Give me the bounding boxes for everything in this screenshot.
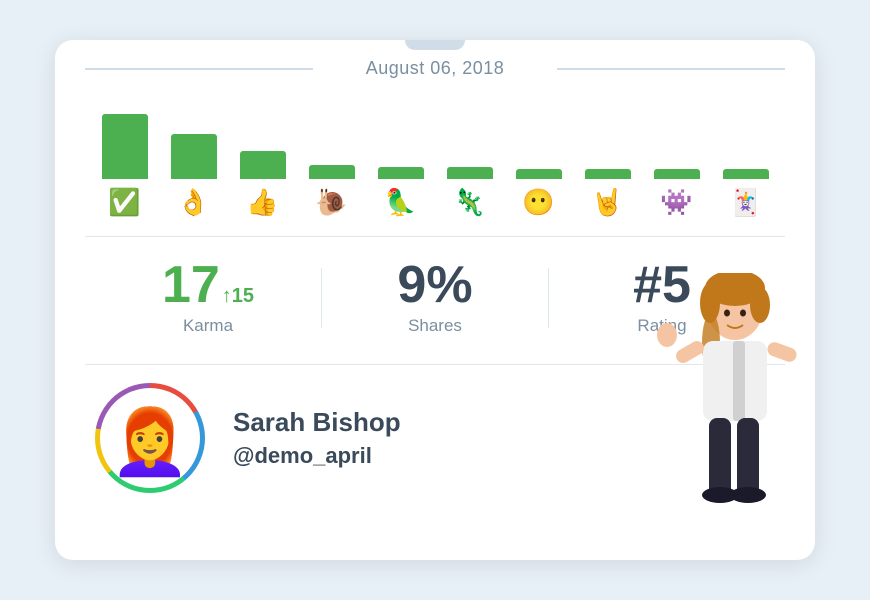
- emoji-col-4: 🦜: [371, 187, 430, 218]
- bar-col-1: [164, 134, 223, 179]
- bar-col-7: [578, 169, 637, 179]
- bar-6[interactable]: [516, 169, 562, 179]
- bar-col-2: [233, 151, 292, 179]
- avatar-emoji: 👩‍🦰: [110, 410, 190, 474]
- bar-5[interactable]: [447, 167, 493, 179]
- bar-3[interactable]: [309, 165, 355, 179]
- emoji-col-6: 😶: [509, 187, 568, 218]
- stat-karma: 17 ↑15 Karma: [95, 259, 321, 336]
- avatar-inner: 👩‍🦰: [100, 388, 200, 488]
- bar-8[interactable]: [654, 169, 700, 179]
- emoji-col-0: ✅: [95, 187, 154, 218]
- emoji-col-8: 👾: [647, 187, 706, 218]
- bar-0[interactable]: [102, 114, 148, 179]
- karma-label: Karma: [95, 316, 321, 336]
- emoji-col-5: 🦎: [440, 187, 499, 218]
- bar-col-6: [509, 169, 568, 179]
- bar-chart: [55, 89, 815, 179]
- bar-col-4: [371, 167, 430, 179]
- emoji-col-3: 🐌: [302, 187, 361, 218]
- bar-col-0: [95, 114, 154, 179]
- profile-handle: @demo_april: [233, 443, 401, 469]
- bar-col-9: [716, 169, 775, 179]
- person-svg: [615, 273, 815, 523]
- person-image: [615, 273, 815, 523]
- emoji-item-8[interactable]: 👾: [660, 187, 692, 218]
- bar-2[interactable]: [240, 151, 286, 179]
- bar-col-5: [440, 167, 499, 179]
- profile-name: Sarah Bishop: [233, 407, 401, 438]
- bar-1[interactable]: [171, 134, 217, 179]
- bar-col-3: [302, 165, 361, 179]
- profile-row: 👩‍🦰 Sarah Bishop @demo_april: [55, 365, 815, 493]
- emoji-item-9[interactable]: 🃏: [729, 187, 761, 218]
- profile-info: Sarah Bishop @demo_april: [205, 407, 401, 469]
- shares-label: Shares: [322, 316, 548, 336]
- stat-shares: 9% Shares: [322, 259, 548, 336]
- emoji-row: ✅ 👌 👍 🐌 🦜 🦎 😶 🤘 👾 🃏: [55, 179, 815, 218]
- emoji-col-2: 👍: [233, 187, 292, 218]
- emoji-item-2[interactable]: 👍: [246, 187, 278, 218]
- avatar-ring: 👩‍🦰: [95, 383, 205, 493]
- emoji-item-6[interactable]: 😶: [522, 187, 554, 218]
- date-text: August 06, 2018: [366, 58, 505, 78]
- emoji-item-7[interactable]: 🤘: [591, 187, 623, 218]
- bar-col-8: [647, 169, 706, 179]
- bar-9[interactable]: [723, 169, 769, 179]
- karma-number: 17: [162, 259, 220, 311]
- main-card: August 06, 2018 ✅👌👍🐌🦜🦎😶🤘👾🃏 17 ↑15 Karma …: [55, 40, 815, 560]
- bar-7[interactable]: [585, 169, 631, 179]
- emoji-item-0[interactable]: ✅: [108, 187, 140, 218]
- emoji-col-9: 🃏: [716, 187, 775, 218]
- date-header: August 06, 2018: [55, 40, 815, 89]
- emoji-col-1: 👌: [164, 187, 223, 218]
- emoji-item-5[interactable]: 🦎: [453, 187, 485, 218]
- emoji-col-7: 🤘: [578, 187, 637, 218]
- emoji-item-3[interactable]: 🐌: [315, 187, 347, 218]
- emoji-item-1[interactable]: 👌: [177, 187, 209, 218]
- bar-4[interactable]: [378, 167, 424, 179]
- karma-change: ↑15: [222, 286, 254, 306]
- shares-value: 9%: [322, 259, 548, 311]
- emoji-item-4[interactable]: 🦜: [384, 187, 416, 218]
- avatar-container: 👩‍🦰: [95, 383, 205, 493]
- karma-value: 17 ↑15: [95, 259, 321, 311]
